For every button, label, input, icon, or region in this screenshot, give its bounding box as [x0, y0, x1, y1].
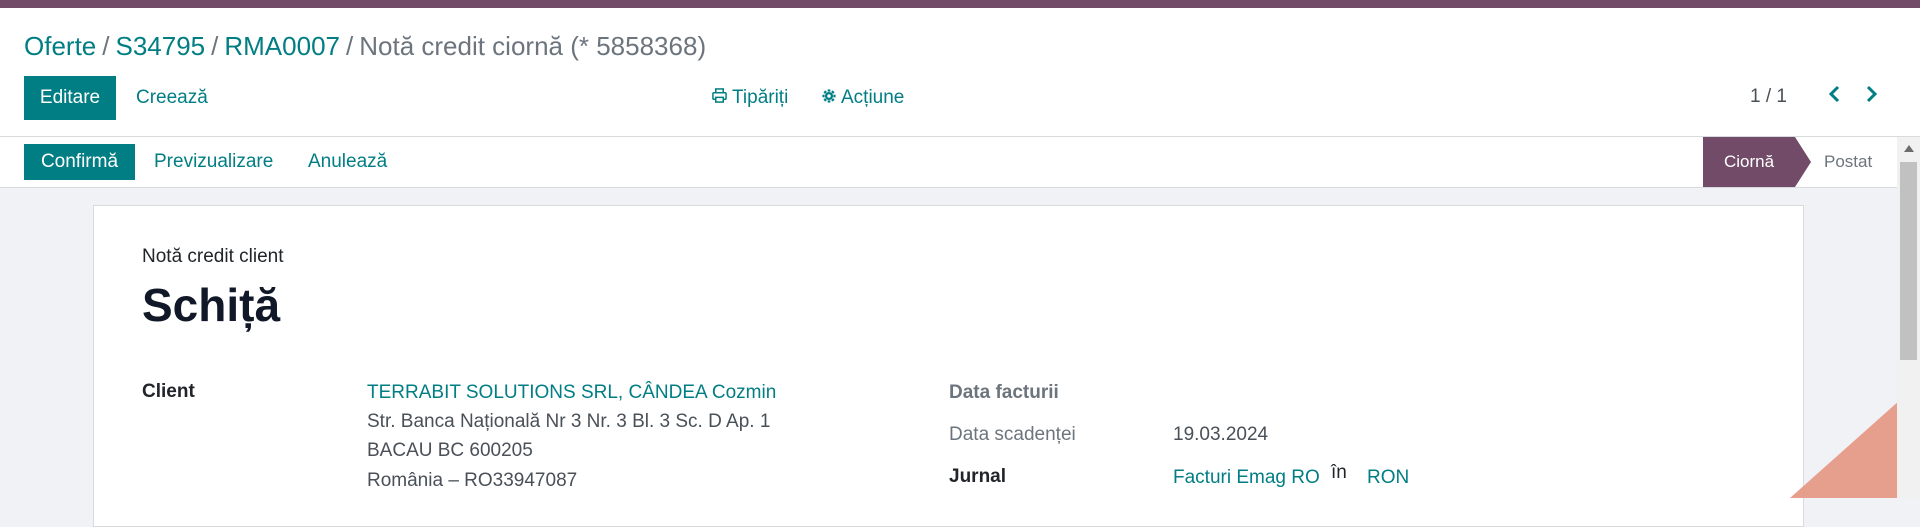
breadcrumb-item-oferte[interactable]: Oferte [24, 31, 96, 61]
control-panel: Oferte / S34795/RMA0007/Notă credit ciornă… [0, 8, 1920, 136]
print-label: Tipăriți [732, 87, 789, 108]
breadcrumb-separator: / [346, 31, 354, 61]
status-stage-posted[interactable]: Postat [1824, 137, 1872, 187]
due-date-label: Data scadenței [949, 424, 1076, 445]
form-sheet: Notă credit client Schiță Client TERRABI… [93, 205, 1804, 527]
scrollbar[interactable] [1897, 137, 1920, 498]
scroll-up-arrow-icon[interactable] [1897, 137, 1920, 159]
pager-previous-button[interactable] [1820, 82, 1848, 110]
client-address-line3: România – RO33947087 [367, 470, 578, 491]
action-button[interactable]: Acțiune [822, 87, 904, 109]
pager-next-button[interactable] [1858, 82, 1886, 110]
gear-icon [822, 87, 836, 109]
chevron-right-icon [1865, 85, 1879, 108]
due-date-value[interactable]: 19.03.2024 [1173, 424, 1268, 446]
corner-ribbon [1790, 400, 1900, 498]
breadcrumb-item-rma[interactable]: RMA0007 [224, 31, 340, 61]
journal-link[interactable]: Facturi Emag RO [1173, 467, 1320, 489]
action-label: Acțiune [841, 87, 905, 108]
client-address-line1: Str. Banca Națională Nr 3 Nr. 3 Bl. 3 Sc… [367, 411, 771, 432]
status-bar: Confirmă Previzualizare Anulează Ciornă … [0, 136, 1920, 188]
status-stage-arrow [1795, 137, 1811, 187]
print-button[interactable]: Tipăriți [712, 87, 788, 109]
cancel-button[interactable]: Anulează [298, 144, 397, 180]
top-navbar [0, 0, 1920, 8]
breadcrumb: Oferte / S34795/RMA0007/Notă credit ciornă… [24, 30, 706, 62]
journal-label: Jurnal [949, 466, 1007, 487]
currency-link[interactable]: RON [1367, 467, 1409, 489]
chevron-left-icon [1827, 85, 1841, 108]
print-icon [712, 87, 727, 109]
invoice-date-label: Data facturii [949, 382, 1059, 403]
document-type-label: Notă credit client [142, 246, 284, 267]
journal-in-label: în [1331, 462, 1347, 483]
client-name-link[interactable]: TERRABIT SOLUTIONS SRL, CÂNDEA Cozmin [367, 382, 776, 404]
breadcrumb-item-order[interactable]: S34795 [115, 31, 205, 61]
preview-button[interactable]: Previzualizare [144, 144, 283, 180]
pager-value[interactable]: 1 / 1 [1750, 86, 1787, 108]
confirm-button[interactable]: Confirmă [24, 144, 135, 180]
create-button[interactable]: Creează [124, 76, 220, 120]
client-label: Client [142, 381, 195, 402]
status-stage-draft[interactable]: Ciornă [1703, 137, 1795, 187]
scrollbar-thumb[interactable] [1900, 162, 1917, 360]
breadcrumb-current: Notă credit ciornă (* 5858368) [359, 31, 707, 61]
breadcrumb-separator: / [211, 31, 219, 61]
page-title: Schiță [142, 279, 281, 331]
client-address-line2: BACAU BC 600205 [367, 440, 533, 461]
edit-button[interactable]: Editare [24, 76, 116, 120]
breadcrumb-separator: / [102, 31, 110, 61]
